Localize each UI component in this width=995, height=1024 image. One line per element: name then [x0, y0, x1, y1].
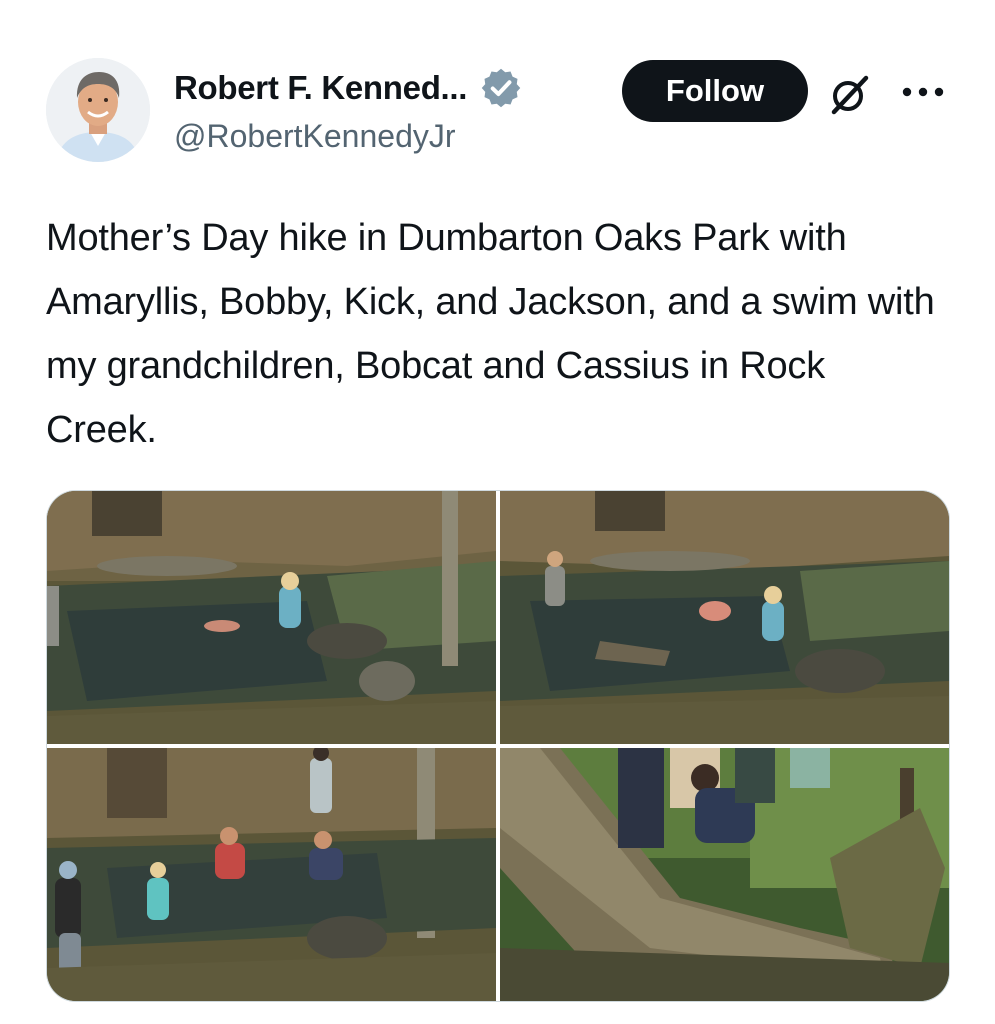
- photo-2[interactable]: [500, 491, 949, 744]
- grok-icon[interactable]: [826, 70, 874, 118]
- more-options-icon[interactable]: [900, 80, 946, 104]
- creek-photo-image: [47, 748, 496, 1001]
- creek-photo-image: [500, 491, 949, 744]
- author-handle[interactable]: @RobertKennedyJr: [174, 118, 456, 155]
- follow-button[interactable]: Follow: [622, 60, 808, 122]
- post-text: Mother’s Day hike in Dumbarton Oaks Park…: [46, 217, 935, 451]
- photo-1[interactable]: [47, 491, 496, 744]
- verified-badge-icon: [481, 68, 521, 108]
- media-grid: [46, 490, 950, 1002]
- author-display-name[interactable]: Robert F. Kenned...: [174, 69, 467, 107]
- photo-4[interactable]: [500, 748, 949, 1001]
- avatar[interactable]: [46, 58, 150, 162]
- post: Robert F. Kenned... @RobertKennedyJr Fol…: [0, 0, 995, 1024]
- photo-3[interactable]: [47, 748, 496, 1001]
- fallen-tree-photo-image: [500, 748, 949, 1001]
- author-name-row: Robert F. Kenned...: [174, 64, 523, 112]
- creek-photo-image: [47, 491, 496, 744]
